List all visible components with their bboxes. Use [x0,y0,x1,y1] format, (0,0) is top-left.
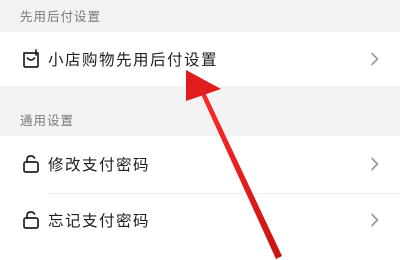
lock-icon [20,153,42,175]
pay-later-settings-row[interactable]: 小店购物先用后付设置 [0,33,400,85]
section-label-pay-later: 先用后付设置 [20,9,102,24]
section-label-general: 通用设置 [20,113,75,128]
shopping-bag-icon [20,48,42,70]
lock-icon [20,209,42,231]
chevron-right-icon [370,52,380,66]
forgot-password-row[interactable]: 忘记支付密码 [0,194,400,246]
pay-later-settings-label: 小店购物先用后付设置 [48,51,219,69]
pay-later-card: 小店购物先用后付设置 [0,32,400,86]
change-password-row[interactable]: 修改支付密码 [0,138,400,190]
change-password-label: 修改支付密码 [48,156,151,174]
chevron-right-icon [370,213,380,227]
general-settings-card: 修改支付密码 忘记支付密码 [0,136,400,260]
chevron-right-icon [370,157,380,171]
forgot-password-label: 忘记支付密码 [48,212,151,230]
